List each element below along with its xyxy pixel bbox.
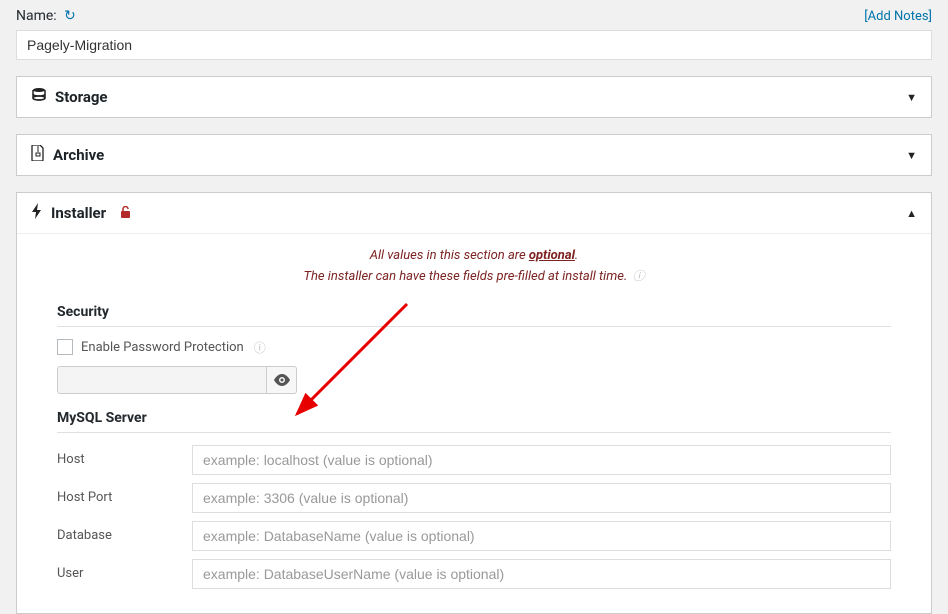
mysql-section-label: MySQL Server [57, 410, 891, 426]
storage-title: Storage [55, 88, 108, 106]
installer-info: All values in this section are optional.… [57, 246, 891, 288]
caret-down-icon: ▼ [906, 91, 917, 104]
archive-header[interactable]: Archive ▼ [17, 135, 931, 175]
name-label: Name: [16, 8, 57, 24]
database-input[interactable] [192, 521, 891, 551]
installer-title: Installer [51, 204, 106, 222]
archive-title: Archive [53, 146, 104, 164]
toggle-password-button[interactable] [267, 366, 297, 394]
host-label: Host [57, 452, 192, 467]
database-label: Database [57, 528, 192, 543]
password-input [57, 366, 267, 394]
caret-up-icon: ▲ [906, 207, 917, 220]
name-input[interactable] [16, 30, 932, 60]
archive-panel: Archive ▼ [16, 134, 932, 176]
host-port-input[interactable] [192, 483, 891, 513]
storage-header[interactable]: Storage ▼ [17, 77, 931, 117]
help-icon[interactable]: ⓘ [254, 339, 266, 356]
add-notes-link[interactable]: [Add Notes] [864, 9, 932, 24]
user-input[interactable] [192, 559, 891, 589]
installer-header[interactable]: Installer ▲ [17, 193, 931, 233]
installer-panel: Installer ▲ All values in this section a… [16, 192, 932, 614]
security-section-label: Security [57, 304, 891, 320]
caret-down-icon: ▼ [906, 149, 917, 162]
host-port-label: Host Port [57, 490, 192, 505]
password-protection-checkbox[interactable] [57, 339, 73, 355]
file-archive-icon [31, 145, 45, 165]
password-protection-label: Enable Password Protection [81, 340, 244, 355]
bolt-icon [31, 203, 43, 223]
user-label: User [57, 566, 192, 581]
help-icon[interactable]: ⓘ [633, 269, 645, 283]
database-icon [31, 87, 47, 107]
host-input[interactable] [192, 445, 891, 475]
unlock-icon [120, 206, 131, 221]
refresh-icon[interactable]: ↻ [64, 8, 76, 24]
storage-panel: Storage ▼ [16, 76, 932, 118]
